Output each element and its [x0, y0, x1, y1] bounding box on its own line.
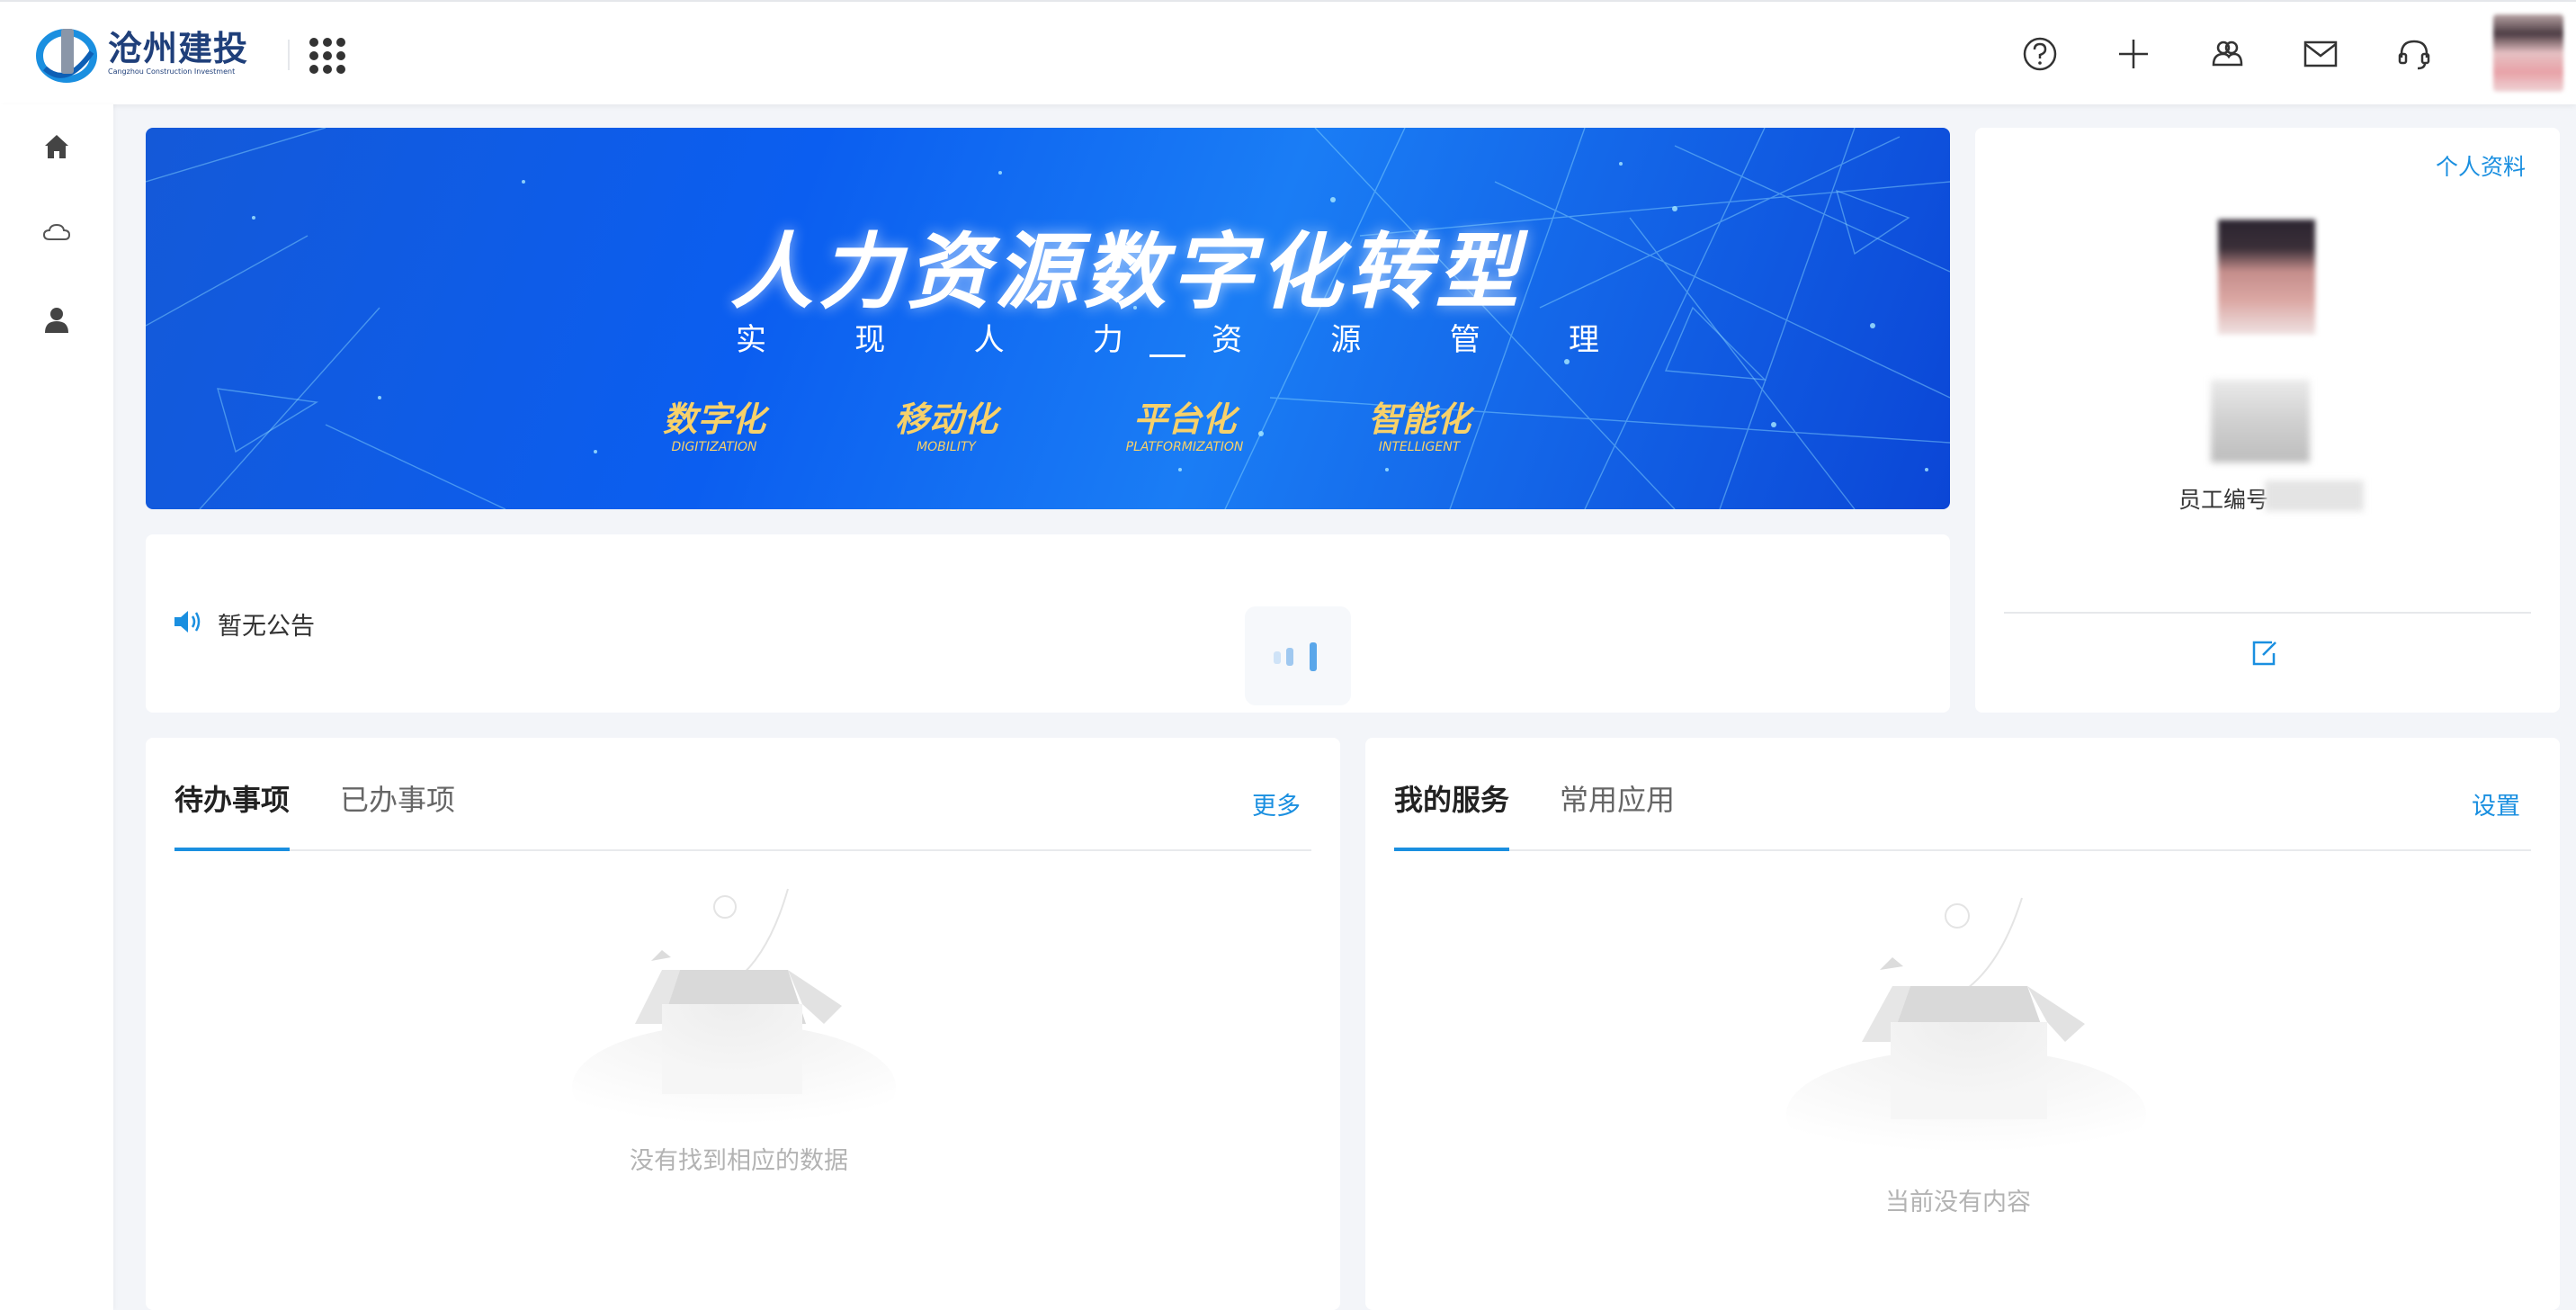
empty-box-illustration	[572, 888, 896, 1123]
edit-icon[interactable]	[2249, 637, 2279, 668]
headset-icon[interactable]	[2394, 34, 2434, 74]
plus-icon[interactable]	[2114, 34, 2153, 74]
logo-text: 沧州建投	[108, 29, 249, 68]
top-bar: 沧州建投 Cangzhou Construction Investment	[0, 0, 2576, 104]
employee-id-redacted	[2265, 480, 2364, 511]
more-link[interactable]: 更多	[1252, 786, 1301, 821]
speaker-icon	[173, 608, 203, 635]
apps-grid-icon[interactable]	[309, 38, 345, 74]
empty-text: 没有找到相应的数据	[630, 1147, 848, 1175]
services-card: 我的服务 常用应用 设置 当前没有内容	[1365, 738, 2560, 1310]
users-icon[interactable]	[2207, 34, 2247, 74]
tagline-mobility: 移动化 MOBILITY	[894, 399, 997, 454]
mail-icon[interactable]	[2301, 34, 2340, 74]
profile-name-redacted	[2211, 380, 2310, 462]
services-tabs: 我的服务 常用应用 设置	[1394, 763, 2531, 851]
logo-subtext: Cangzhou Construction Investment	[108, 67, 236, 76]
hero-banner: 人力资源数字化转型 实现人力资源管理 数字化 DIGITIZATION 移动化 …	[146, 128, 1950, 509]
empty-text: 当前没有内容	[1885, 1189, 2031, 1216]
tagline-digitization: 数字化 DIGITIZATION	[662, 399, 765, 454]
home-icon[interactable]	[41, 131, 72, 162]
logo-mark-icon	[36, 25, 99, 83]
tab-underline	[1394, 848, 1509, 851]
todo-tabs: 待办事项 已办事项 更多	[174, 763, 1311, 851]
user-icon[interactable]	[41, 304, 72, 335]
employee-id-label: 员工编号	[2178, 487, 2269, 513]
profile-link[interactable]: 个人资料	[2436, 149, 2526, 182]
profile-card: 个人资料 员工编号	[1975, 128, 2560, 713]
tab-pending[interactable]: 待办事项	[174, 777, 290, 819]
settings-link[interactable]: 设置	[2472, 786, 2520, 821]
divider	[2004, 612, 2531, 614]
cloud-icon[interactable]	[41, 218, 72, 248]
tagline-intelligent: 智能化 INTELLIGENT	[1367, 399, 1471, 454]
logo[interactable]: 沧州建投 Cangzhou Construction Investment	[36, 22, 248, 86]
divider	[288, 40, 290, 70]
todo-card: 待办事项 已办事项 更多 没有找到相应的数据	[146, 738, 1340, 1310]
banner-dash	[1149, 354, 1185, 357]
tab-underline	[174, 848, 290, 851]
banner-subtitle: 实现人力资源管理	[736, 322, 1599, 358]
banner-title: 人力资源数字化转型	[730, 223, 1525, 320]
sidebar	[0, 104, 113, 1310]
notice-card: 暂无公告	[146, 534, 1950, 713]
user-avatar[interactable]	[2493, 14, 2563, 92]
empty-box-illustration	[1786, 897, 2146, 1150]
notice-text: 暂无公告	[218, 613, 315, 641]
tab-my-services[interactable]: 我的服务	[1394, 777, 1509, 819]
help-icon[interactable]	[2020, 34, 2060, 74]
loading-indicator	[1245, 606, 1351, 705]
tab-done[interactable]: 已办事项	[340, 777, 455, 819]
tagline-platformization: 平台化 PLATFORMIZATION	[1125, 399, 1244, 454]
profile-avatar	[2218, 220, 2315, 335]
tab-common-apps[interactable]: 常用应用	[1560, 777, 1675, 819]
